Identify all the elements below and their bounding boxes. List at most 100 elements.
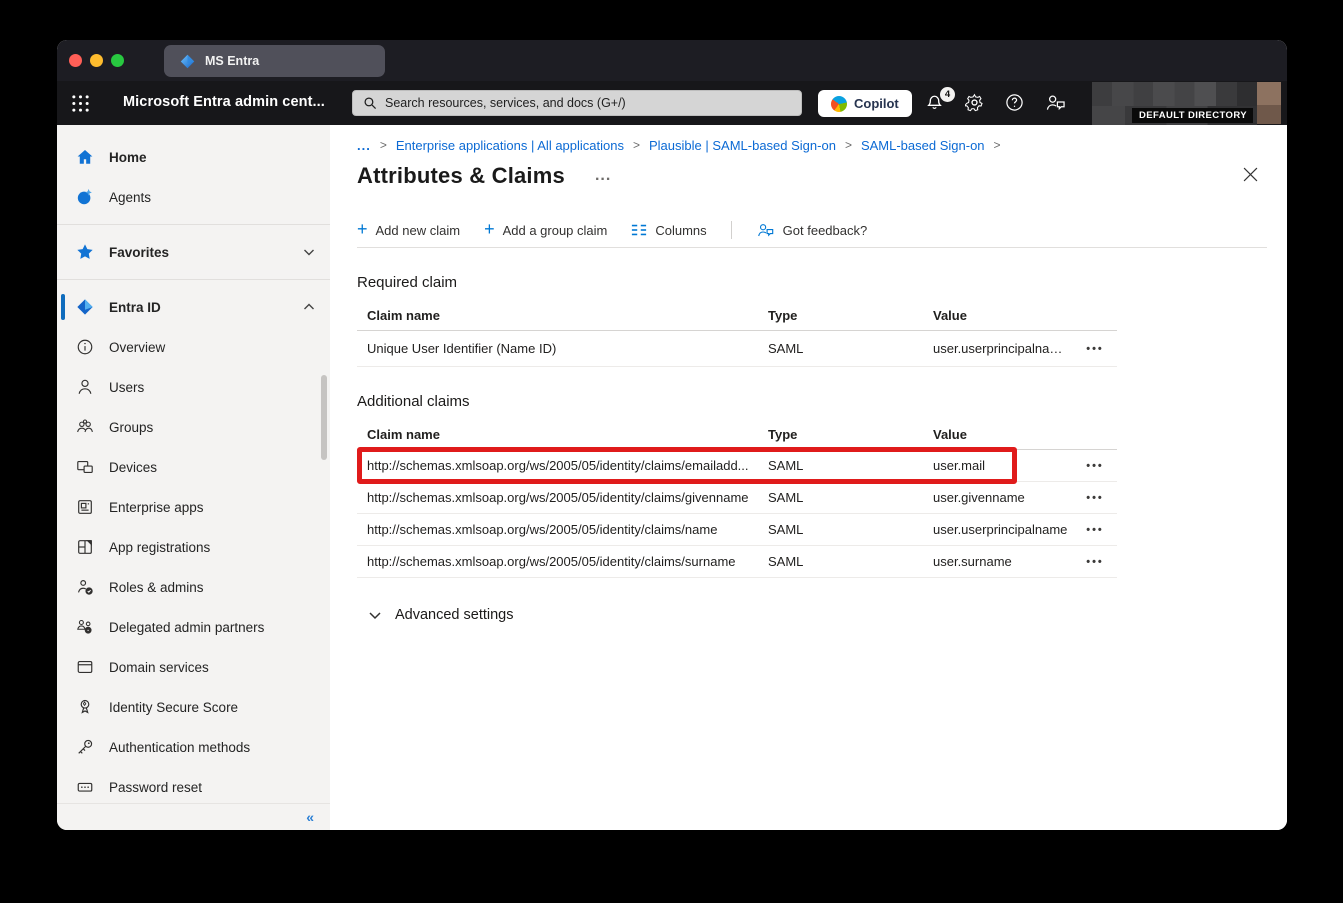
claim-name-cell: http://schemas.xmlsoap.org/ws/2005/05/id… (357, 554, 768, 569)
close-pane-icon[interactable] (1243, 167, 1259, 183)
sidebar-item-label: Home (109, 150, 316, 165)
command-bar: + Add new claim + Add a group claim Colu… (357, 215, 1267, 248)
sidebar-item-label: Groups (109, 420, 316, 435)
add-group-claim-button[interactable]: + Add a group claim (484, 222, 607, 238)
breadcrumb-ellipsis[interactable]: ... (357, 138, 371, 153)
required-claim-table: Claim nameTypeValueUnique User Identifie… (357, 300, 1117, 367)
chevron-down-icon (302, 245, 316, 259)
account-pixelation (1092, 82, 1257, 106)
page-more-icon[interactable]: ... (595, 167, 611, 185)
sidebar-divider (57, 224, 330, 225)
table-row[interactable]: http://schemas.xmlsoap.org/ws/2005/05/id… (357, 514, 1117, 546)
sidebar-item-entra-id[interactable]: Entra ID (57, 287, 330, 327)
sidebar-item-home[interactable]: Home (57, 137, 330, 177)
sidebar-nav: Home Agents Favorites Entra ID Overview Users… (57, 137, 330, 803)
settings-gear-icon[interactable] (965, 93, 985, 113)
claim-name-cell: http://schemas.xmlsoap.org/ws/2005/05/id… (357, 490, 768, 505)
sidebar-item-label: Overview (109, 340, 316, 355)
sidebar-item-label: Users (109, 380, 316, 395)
score-icon (76, 698, 94, 716)
main-pane: ... > Enterprise applications | All applic… (330, 125, 1287, 830)
table-row[interactable]: http://schemas.xmlsoap.org/ws/2005/05/id… (357, 450, 1117, 482)
sidebar-item-overview[interactable]: Overview (57, 327, 330, 367)
sidebar-item-domain-services[interactable]: Domain services (57, 647, 330, 687)
table-row[interactable]: Unique User Identifier (Name ID)SAMLuser… (357, 331, 1117, 367)
row-menu-button[interactable]: ••• (1086, 343, 1104, 355)
zoom-window-button[interactable] (111, 54, 124, 67)
breadcrumb-link[interactable]: Enterprise applications | All applicatio… (396, 138, 624, 153)
claim-type-cell: SAML (768, 490, 933, 505)
sidebar-item-label: Favorites (109, 245, 287, 260)
breadcrumb-link[interactable]: Plausible | SAML-based Sign-on (649, 138, 836, 153)
table-row[interactable]: http://schemas.xmlsoap.org/ws/2005/05/id… (357, 546, 1117, 578)
claim-type-cell: SAML (768, 458, 933, 473)
delegated-icon (76, 618, 94, 636)
avatar[interactable] (1257, 82, 1281, 124)
column-header: Value (933, 308, 1073, 323)
claim-value-cell: user.userprincipalname (933, 522, 1073, 537)
plus-icon: + (357, 220, 368, 238)
breadcrumb-separator: > (633, 138, 640, 152)
sidebar-item-authentication-methods[interactable]: Authentication methods (57, 727, 330, 767)
notifications-button[interactable]: 4 (925, 91, 951, 115)
claim-type-cell: SAML (768, 554, 933, 569)
info-icon (76, 338, 94, 356)
columns-button[interactable]: Columns (631, 223, 706, 238)
sidebar-item-label: Agents (109, 190, 316, 205)
minimize-window-button[interactable] (90, 54, 103, 67)
feedback-icon[interactable] (1045, 93, 1065, 113)
breadcrumb: ... > Enterprise applications | All applic… (357, 135, 1267, 155)
sidebar-item-app-registrations[interactable]: App registrations (57, 527, 330, 567)
row-menu-button[interactable]: ••• (1086, 524, 1104, 536)
sidebar-item-roles-admins[interactable]: Roles & admins (57, 567, 330, 607)
sidebar: Home Agents Favorites Entra ID Overview Users… (57, 125, 330, 830)
row-menu-button[interactable]: ••• (1086, 556, 1104, 568)
sidebar-scrollbar[interactable] (321, 375, 327, 460)
home-icon (76, 148, 94, 166)
sidebar-item-agents[interactable]: Agents (57, 177, 330, 217)
sidebar-collapse-button[interactable]: « (306, 809, 314, 825)
claim-type-cell: SAML (768, 341, 933, 356)
row-menu-button[interactable]: ••• (1086, 492, 1104, 504)
claim-name-cell: http://schemas.xmlsoap.org/ws/2005/05/id… (357, 458, 768, 473)
breadcrumb-separator: > (380, 138, 387, 152)
breadcrumb-separator: > (994, 138, 1001, 152)
feedback-person-icon (756, 222, 775, 238)
copilot-button[interactable]: Copilot (818, 90, 912, 117)
sidebar-item-groups[interactable]: Groups (57, 407, 330, 447)
roles-icon (76, 578, 94, 596)
table-row[interactable]: http://schemas.xmlsoap.org/ws/2005/05/id… (357, 482, 1117, 514)
column-header: Claim name (357, 308, 768, 323)
notification-badge: 4 (940, 87, 955, 102)
sidebar-item-favorites[interactable]: Favorites (57, 232, 330, 272)
search-input[interactable]: Search resources, services, and docs (G+… (352, 90, 802, 116)
sidebar-item-password-reset[interactable]: Password reset (57, 767, 330, 803)
got-feedback-button[interactable]: Got feedback? (756, 222, 868, 238)
appreg-icon (76, 538, 94, 556)
row-menu-button[interactable]: ••• (1086, 460, 1104, 472)
advanced-settings-toggle[interactable]: Advanced settings (357, 607, 1267, 623)
macos-titlebar: MS Entra (57, 40, 1287, 81)
sidebar-item-delegated-admin-partners[interactable]: Delegated admin partners (57, 607, 330, 647)
breadcrumb-link[interactable]: SAML-based Sign-on (861, 138, 985, 153)
column-header: Type (768, 427, 933, 442)
group-icon (76, 418, 94, 436)
help-icon[interactable] (1005, 93, 1025, 113)
required-claim-heading: Required claim (357, 274, 1267, 291)
sidebar-item-enterprise-apps[interactable]: Enterprise apps (57, 487, 330, 527)
additional-claims-heading: Additional claims (357, 393, 1267, 410)
browser-tab[interactable]: MS Entra (164, 45, 385, 77)
close-window-button[interactable] (69, 54, 82, 67)
sidebar-divider (57, 279, 330, 280)
search-icon (363, 96, 377, 110)
chevron-down-icon (368, 608, 382, 622)
claim-value-cell: user.userprincipalname [... (933, 341, 1073, 356)
claim-name-cell: http://schemas.xmlsoap.org/ws/2005/05/id… (357, 522, 768, 537)
add-new-claim-button[interactable]: + Add new claim (357, 222, 460, 238)
sidebar-item-identity-secure-score[interactable]: Identity Secure Score (57, 687, 330, 727)
enterprise-icon (76, 498, 94, 516)
sidebar-item-users[interactable]: Users (57, 367, 330, 407)
sidebar-item-devices[interactable]: Devices (57, 447, 330, 487)
toolbar-divider (731, 221, 732, 239)
waffle-menu-icon[interactable] (71, 94, 90, 113)
